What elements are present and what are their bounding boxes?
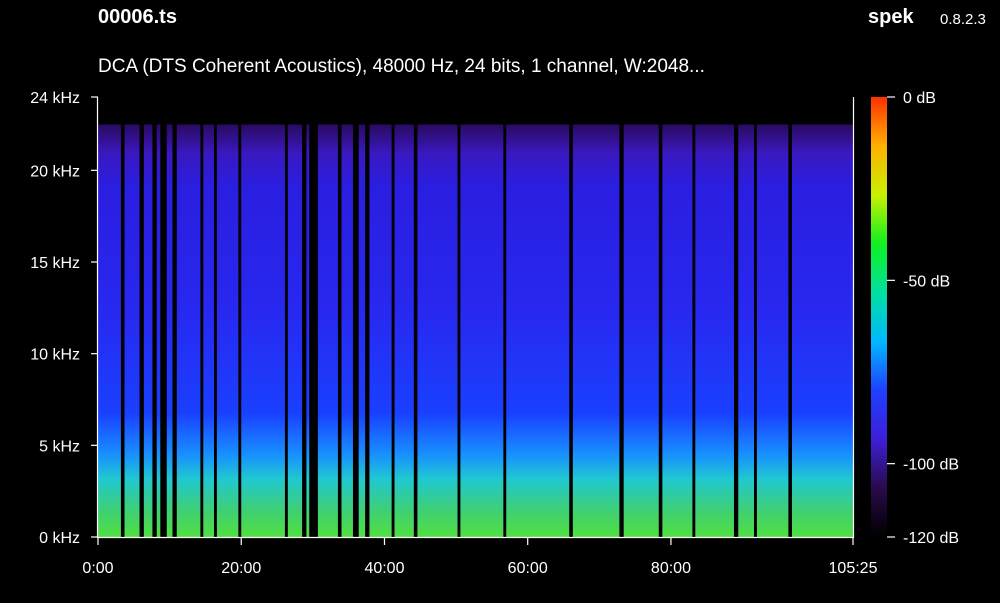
silence-gap <box>658 97 663 537</box>
silence-gap <box>569 97 573 537</box>
db-tick-label: 0 dB <box>903 90 936 107</box>
silence-gap <box>120 97 125 537</box>
frequency-tick-label: 10 kHz <box>30 347 80 364</box>
frequency-tick-label: 0 kHz <box>39 530 80 547</box>
silence-gap <box>733 97 739 537</box>
time-tick-label: 40:00 <box>364 560 404 577</box>
silence-gap <box>619 97 624 537</box>
frequency-tick-label: 20 kHz <box>30 163 80 180</box>
silence-gap <box>503 97 507 537</box>
silence-gap <box>337 97 342 537</box>
silence-gap <box>284 97 288 537</box>
time-axis: 0:00 20:00 40:00 60:00 80:00 105:25 <box>82 537 878 577</box>
silence-gap <box>365 97 370 537</box>
time-tick-label: 0:00 <box>82 560 113 577</box>
silence-gap <box>238 97 242 537</box>
silence-gap <box>200 97 204 537</box>
silence-gap <box>391 97 395 537</box>
silence-gap <box>352 97 359 537</box>
frequency-axis: 0 kHz 5 kHz 10 kHz 15 kHz 20 kHz 24 kHz <box>30 90 98 547</box>
silence-gap <box>302 97 307 537</box>
silence-gap <box>692 97 696 537</box>
silence-gap <box>788 97 792 537</box>
db-tick-label: -120 dB <box>903 530 959 547</box>
silence-gap <box>214 97 217 537</box>
spectrogram-plot: 0 kHz 5 kHz 10 kHz 15 kHz 20 kHz 24 kHz 0:00 2… <box>30 90 959 577</box>
silence-gap <box>152 97 157 537</box>
db-scale-axis: 0 dB -50 dB -100 dB -120 dB <box>887 90 959 547</box>
db-tick-label: -50 dB <box>903 273 950 290</box>
time-tick-label: 105:25 <box>829 560 878 577</box>
frequency-tick-label: 24 kHz <box>30 90 80 107</box>
silence-gap <box>172 97 177 537</box>
frequency-tick-label: 5 kHz <box>39 438 80 455</box>
spectrogram-content <box>98 124 853 537</box>
silence-gap <box>139 97 144 537</box>
silence-gap <box>160 97 167 537</box>
time-tick-label: 80:00 <box>651 560 691 577</box>
time-tick-label: 20:00 <box>221 560 261 577</box>
color-scale-bar <box>871 97 887 537</box>
silence-gap <box>754 97 757 537</box>
silence-gap <box>457 97 461 537</box>
db-tick-label: -100 dB <box>903 457 959 474</box>
frequency-tick-label: 15 kHz <box>30 255 80 272</box>
silence-gap <box>309 97 318 537</box>
time-tick-label: 60:00 <box>508 560 548 577</box>
silence-gap <box>413 97 418 537</box>
